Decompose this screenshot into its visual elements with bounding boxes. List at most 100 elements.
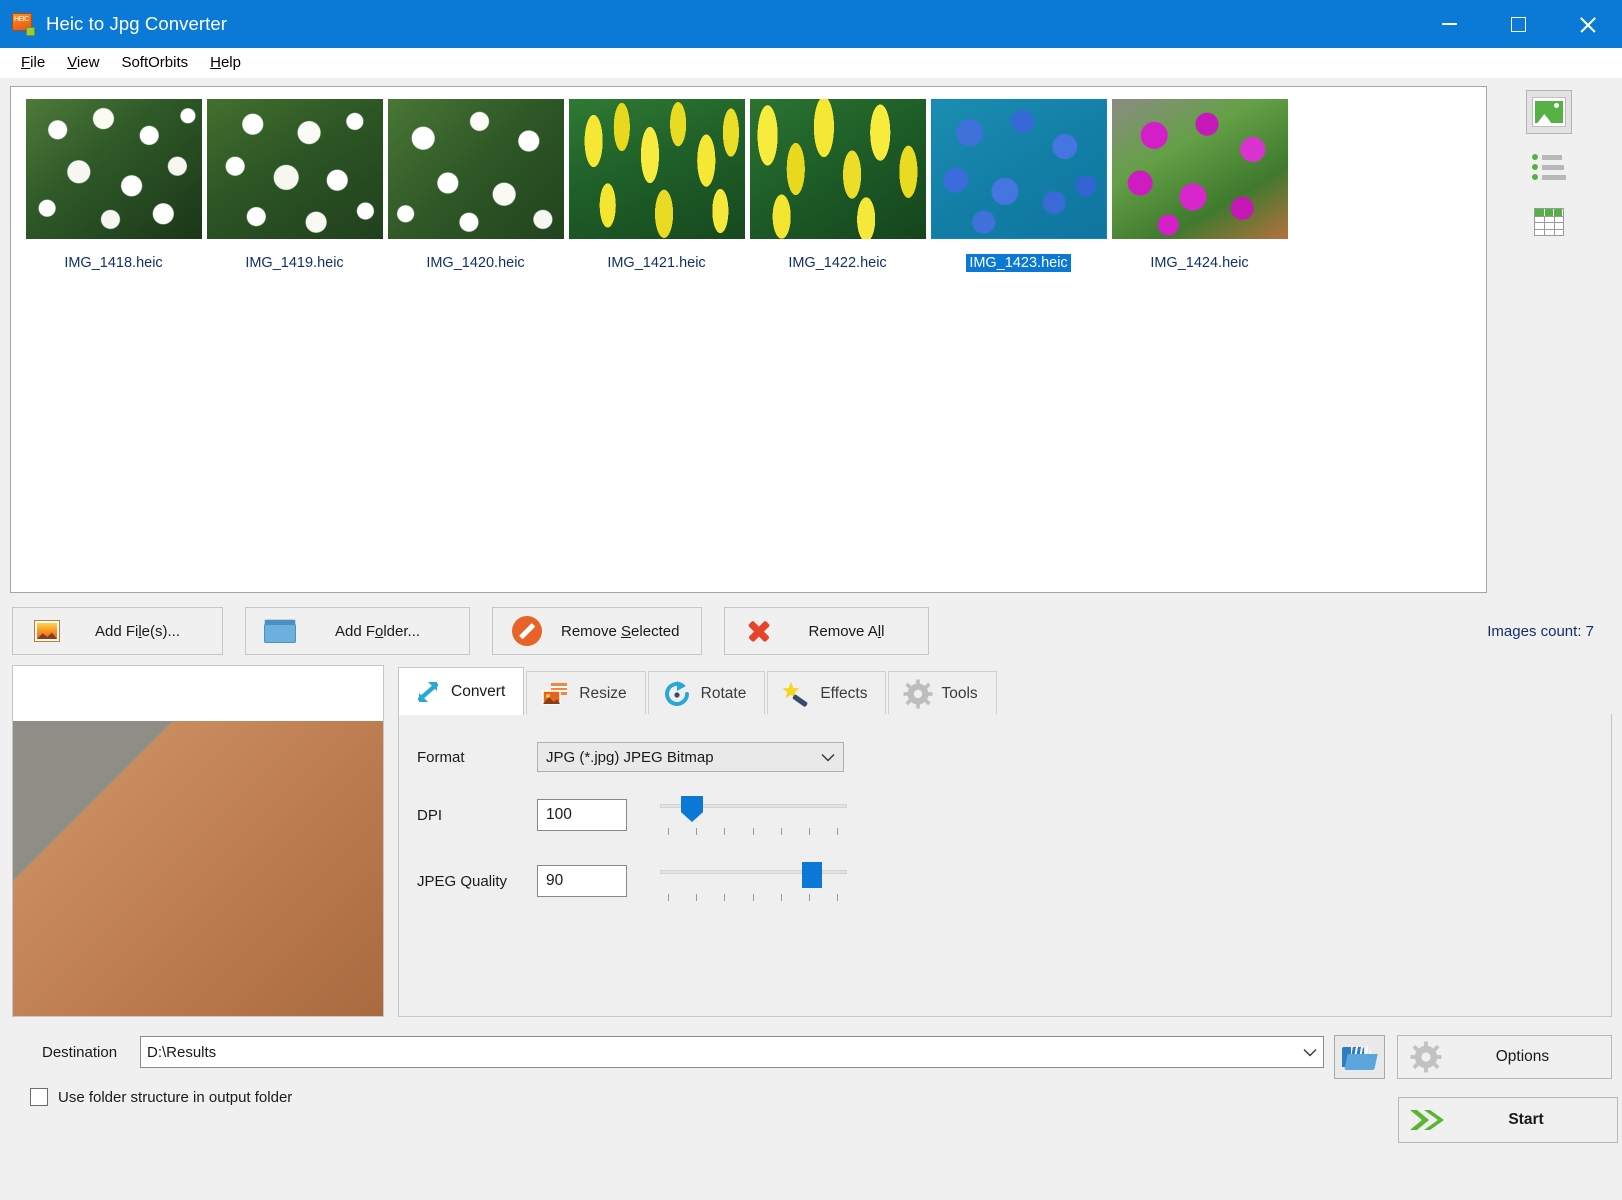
destination-input[interactable]: D:\Results [140, 1036, 1324, 1068]
dpi-row: DPI 100 [417, 792, 1611, 838]
tab-convert-label: Convert [451, 682, 506, 700]
tab-resize[interactable]: Resize [526, 671, 646, 715]
thumbnail-image [25, 99, 202, 239]
maximize-button[interactable] [1484, 0, 1553, 48]
list-item[interactable]: IMG_1424.heic [1109, 99, 1290, 272]
table-view-button[interactable] [1526, 200, 1572, 244]
dpi-slider-thumb[interactable] [681, 796, 703, 822]
destination-value: D:\Results [147, 1043, 217, 1061]
list-item[interactable]: IMG_1422.heic [747, 99, 928, 272]
thumbnail-label: IMG_1423.heic [966, 254, 1071, 272]
red-x-icon [739, 616, 779, 646]
gear-icon [1398, 1041, 1454, 1073]
green-arrow-icon [1399, 1106, 1455, 1134]
chevron-down-icon[interactable] [1303, 1044, 1317, 1061]
destination-area: Destination D:\Results Use folder struct… [12, 1027, 1324, 1200]
dpi-slider-ticks [660, 828, 847, 836]
list-item[interactable]: IMG_1418.heic [23, 99, 204, 272]
bottom-actions: Options Start [1324, 1035, 1618, 1200]
jpeg-quality-slider-thumb[interactable] [802, 862, 822, 888]
format-select[interactable]: JPG (*.jpg) JPEG Bitmap [537, 742, 844, 772]
application-window: HEIC Heic to Jpg Converter File View Sof… [0, 0, 1622, 1200]
convert-tab-panel: Format JPG (*.jpg) JPEG Bitmap DPI 100 J… [398, 714, 1612, 1017]
list-item[interactable]: IMG_1420.heic [385, 99, 566, 272]
menu-help[interactable]: Help [199, 51, 252, 74]
jpeg-quality-slider-ticks [660, 894, 847, 902]
window-title: Heic to Jpg Converter [46, 13, 228, 34]
thumbnail-row: IMG_1418.heic IMG_1419.heic IMG_1420.hei… [23, 99, 1486, 272]
options-button[interactable]: Options [1396, 1035, 1612, 1079]
jpeg-quality-slider[interactable] [660, 858, 847, 904]
title-bar: HEIC Heic to Jpg Converter [0, 0, 1622, 48]
table-icon [1534, 208, 1565, 236]
tab-effects-label: Effects [820, 684, 868, 702]
no-entry-icon [507, 616, 547, 646]
tab-convert[interactable]: Convert [398, 667, 525, 715]
resize-image-icon [539, 679, 573, 709]
maximize-icon [1511, 16, 1526, 32]
settings-panel: Convert Resize Rotate Effects Tools Form… [398, 665, 1612, 1017]
tab-effects[interactable]: Effects [767, 671, 887, 715]
list-item[interactable]: IMG_1421.heic [566, 99, 747, 272]
thumbnail-image [930, 99, 1107, 239]
add-files-button[interactable]: Add File(s)... [12, 607, 223, 655]
browse-destination-button[interactable] [1334, 1035, 1385, 1079]
jpeg-quality-input[interactable]: 90 [537, 865, 627, 897]
thumbnail-image [1111, 99, 1288, 239]
list-item[interactable]: IMG_1419.heic [204, 99, 385, 272]
thumbnail-view-button[interactable] [1526, 90, 1573, 134]
folder-icon [260, 619, 300, 643]
format-row: Format JPG (*.jpg) JPEG Bitmap [417, 742, 1611, 772]
thumbnail-label: IMG_1418.heic [64, 255, 163, 271]
open-folder-icon [1342, 1044, 1379, 1070]
chevron-down-icon [821, 749, 835, 766]
tab-strip: Convert Resize Rotate Effects Tools [398, 665, 1612, 715]
tab-tools[interactable]: Tools [888, 671, 997, 715]
remove-selected-label: Remove Selected [561, 622, 680, 640]
app-icon: HEIC [12, 13, 35, 36]
thumbnail-image [568, 99, 745, 239]
thumbnail-label: IMG_1421.heic [607, 255, 706, 271]
menu-file[interactable]: File [10, 51, 56, 74]
destination-row: Destination D:\Results [12, 1035, 1324, 1069]
thumbnail-image [206, 99, 383, 239]
resize-arrows-icon [411, 677, 445, 707]
jpeg-quality-value: 90 [546, 872, 564, 889]
add-folder-label: Add Folder... [334, 622, 421, 640]
add-folder-button[interactable]: Add Folder... [245, 607, 470, 655]
list-item-selected[interactable]: IMG_1423.heic [928, 99, 1109, 272]
add-files-label: Add File(s)... [94, 622, 181, 640]
dpi-slider[interactable] [660, 792, 847, 838]
menu-softorbits[interactable]: SoftOrbits [110, 51, 199, 74]
image-file-icon [27, 620, 67, 642]
window-controls [1415, 0, 1622, 48]
folder-structure-checkbox[interactable] [30, 1088, 48, 1106]
magic-wand-icon [780, 679, 814, 709]
dpi-label: DPI [417, 806, 443, 824]
menu-view[interactable]: View [56, 51, 110, 74]
thumbnail-panel[interactable]: IMG_1418.heic IMG_1419.heic IMG_1420.hei… [10, 86, 1487, 593]
remove-all-button[interactable]: Remove All [724, 607, 929, 655]
thumbnail-image [749, 99, 926, 239]
list-view-button[interactable] [1526, 145, 1572, 189]
dpi-input[interactable]: 100 [537, 799, 627, 831]
start-button[interactable]: Start [1398, 1097, 1618, 1143]
thumbnail-image [387, 99, 564, 239]
file-actions-toolbar: Add File(s)... Add Folder... Remove Sele… [0, 593, 1622, 659]
preview-panel [12, 665, 384, 1017]
menu-bar: File View SoftOrbits Help [0, 48, 1622, 78]
remove-selected-button[interactable]: Remove Selected [492, 607, 702, 655]
images-count-label: Images count: 7 [1487, 622, 1594, 640]
close-icon [1579, 16, 1596, 33]
close-button[interactable] [1553, 0, 1622, 48]
minimize-button[interactable] [1415, 0, 1484, 48]
format-value: JPG (*.jpg) JPEG Bitmap [546, 748, 714, 766]
image-icon [1532, 97, 1567, 127]
gear-icon [901, 679, 935, 709]
remove-all-label: Remove All [808, 622, 885, 640]
folder-structure-row[interactable]: Use folder structure in output folder [12, 1088, 1324, 1106]
tab-resize-label: Resize [579, 684, 627, 702]
tab-rotate-label: Rotate [700, 684, 747, 702]
tab-rotate[interactable]: Rotate [647, 671, 766, 715]
start-label: Start [1508, 1111, 1544, 1128]
